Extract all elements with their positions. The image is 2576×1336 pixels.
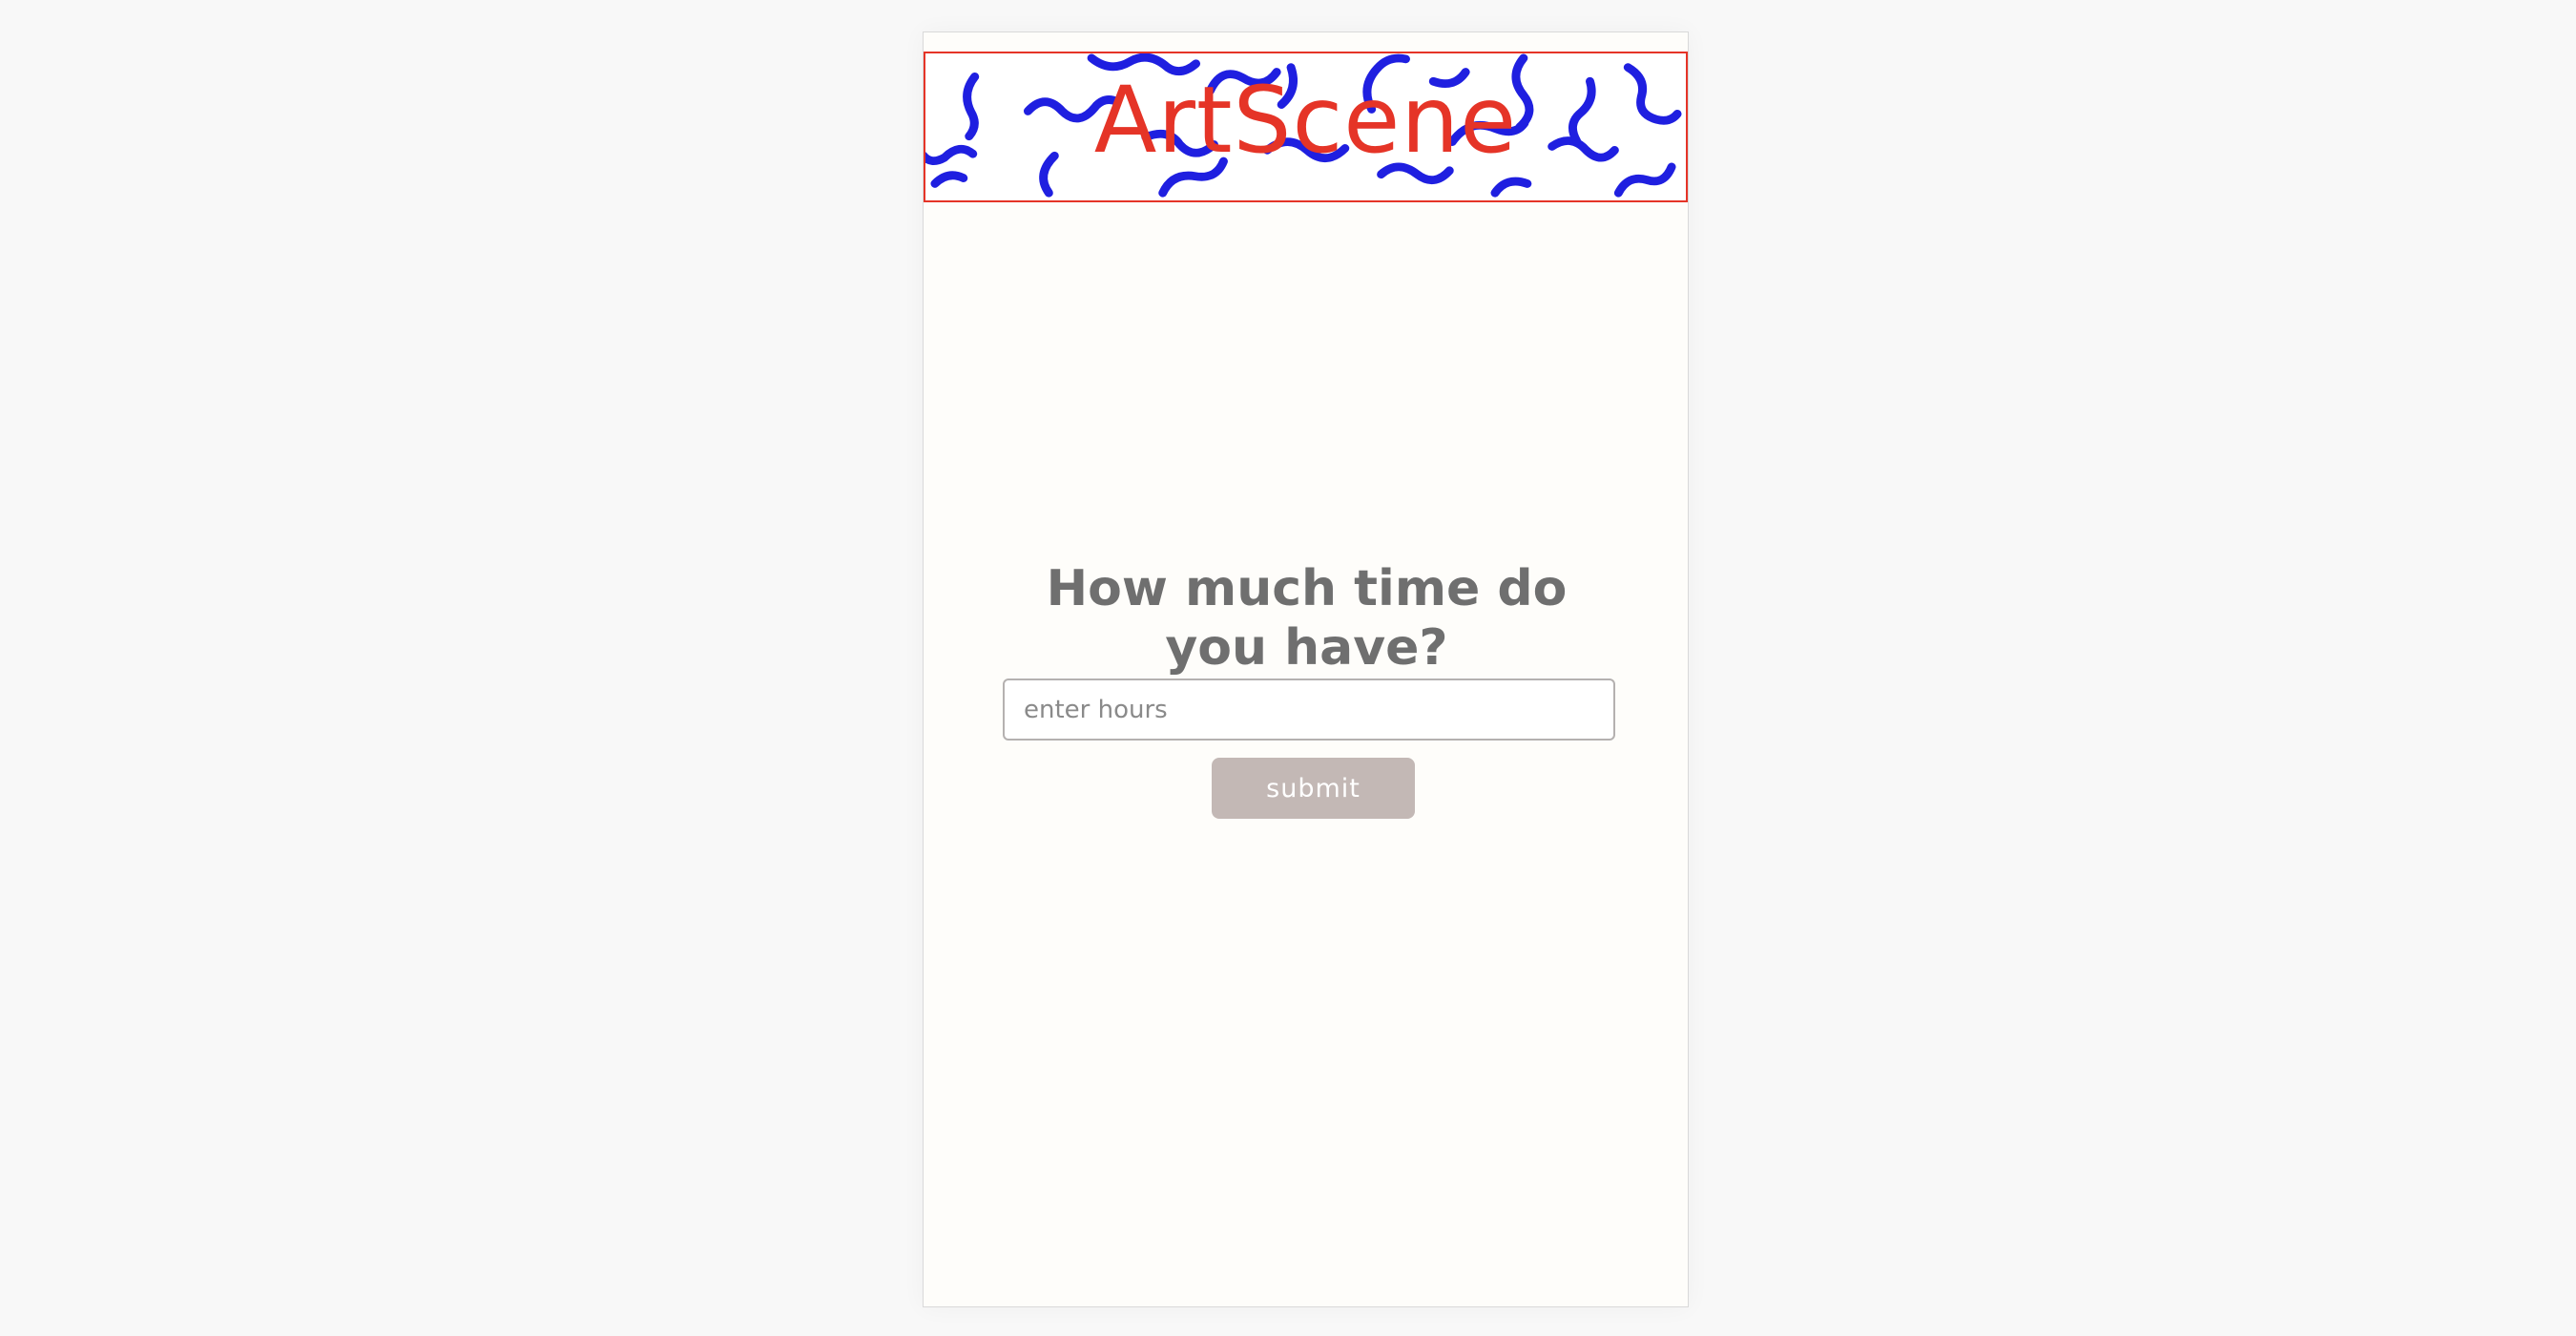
app-screen: ArtScene How much time do you have? subm…	[923, 31, 1689, 1307]
viewport: ArtScene How much time do you have? subm…	[0, 0, 2576, 1336]
hours-input[interactable]	[1003, 678, 1615, 741]
submit-button[interactable]: submit	[1212, 758, 1415, 819]
artscene-logo: ArtScene	[1093, 67, 1518, 174]
time-prompt-heading: How much time do you have?	[1046, 559, 1568, 677]
header-banner: ArtScene	[924, 52, 1688, 202]
